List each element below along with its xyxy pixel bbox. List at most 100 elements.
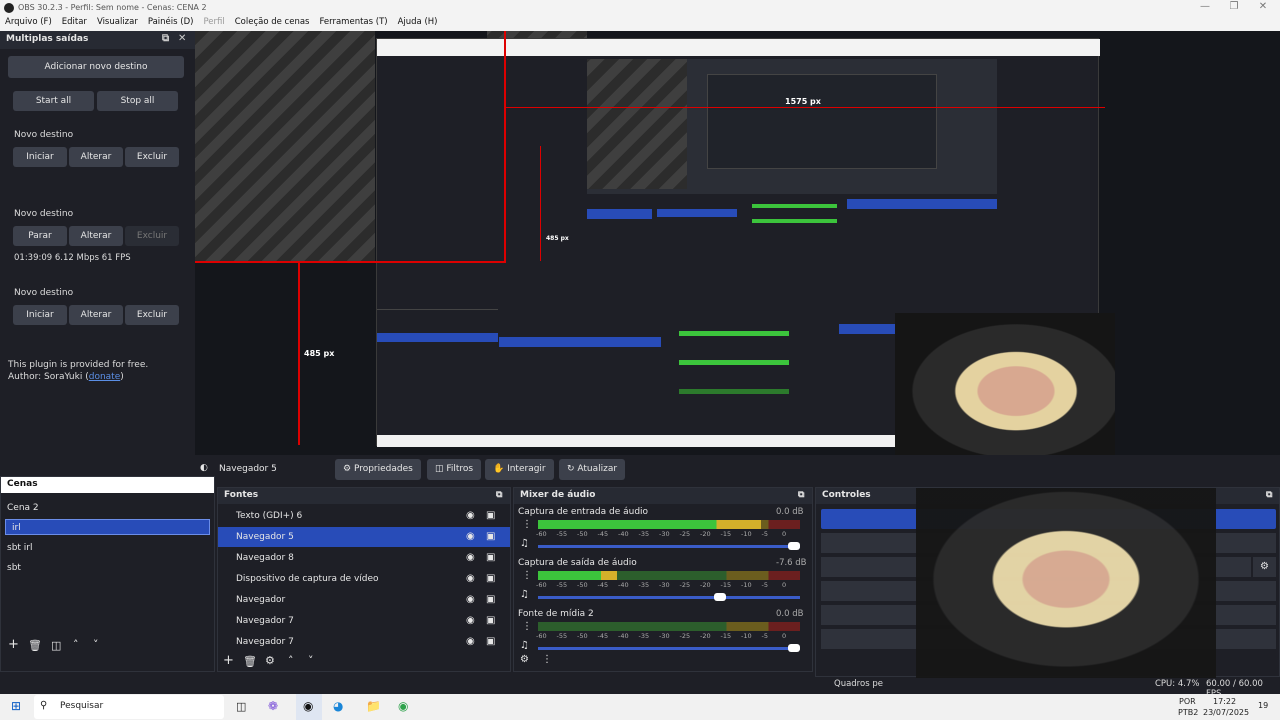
- speaker-icon[interactable]: ♫: [520, 640, 529, 651]
- menu-dots-icon[interactable]: ⋮: [542, 654, 552, 665]
- menu-visualizar[interactable]: Visualizar: [92, 16, 143, 31]
- stop-all-button[interactable]: Stop all: [97, 91, 178, 111]
- menu-dots-icon[interactable]: ⋮: [522, 621, 532, 632]
- eye-icon[interactable]: ◉: [466, 594, 475, 605]
- gear-icon[interactable]: ⚙: [265, 654, 275, 667]
- window-title: OBS 30.2.3 - Perfil: Sem nome - Cenas: C…: [18, 3, 207, 12]
- properties-button[interactable]: ⚙ Propriedades: [335, 459, 421, 480]
- start-all-button[interactable]: Start all: [13, 91, 94, 111]
- obs-taskbar-icon[interactable]: ◉: [296, 694, 322, 720]
- eye-icon[interactable]: ◉: [466, 636, 475, 647]
- up-arrow-icon[interactable]: ˄: [73, 638, 79, 651]
- eye-icon[interactable]: ◉: [466, 552, 475, 563]
- edit-button[interactable]: Alterar: [69, 147, 123, 167]
- menu-paineis[interactable]: Painéis (D): [143, 16, 199, 31]
- speaker-icon[interactable]: ♫: [520, 538, 529, 549]
- delete-button-disabled[interactable]: Excluir: [125, 226, 179, 246]
- volume-slider[interactable]: [538, 545, 800, 548]
- donate-link[interactable]: donate: [89, 372, 121, 382]
- destination-name: Novo destino: [14, 130, 74, 140]
- task-view-icon[interactable]: ◫: [236, 700, 246, 713]
- scene-item[interactable]: Cena 2: [1, 498, 214, 518]
- volume-slider-handle[interactable]: [788, 644, 800, 652]
- clock-date[interactable]: 23/07/2025: [1203, 708, 1249, 717]
- close-dock-icon[interactable]: ✕: [178, 33, 186, 44]
- eye-icon[interactable]: ◉: [466, 531, 475, 542]
- lock-icon[interactable]: ▣: [486, 510, 495, 521]
- menu-ferramentas[interactable]: Ferramentas (T): [314, 16, 392, 31]
- notification-badge[interactable]: 19: [1258, 701, 1268, 710]
- up-arrow-icon[interactable]: ˄: [288, 654, 294, 667]
- menu-editar[interactable]: Editar: [57, 16, 92, 31]
- lock-icon[interactable]: ▣: [486, 594, 495, 605]
- eye-icon[interactable]: ◉: [466, 573, 475, 584]
- float-dock-icon[interactable]: ⧉: [798, 490, 804, 500]
- clock-time[interactable]: 17:22: [1213, 697, 1236, 706]
- float-dock-icon[interactable]: ⧉: [496, 490, 502, 500]
- gear-icon[interactable]: ⚙: [520, 654, 529, 665]
- volume-slider[interactable]: [538, 596, 800, 599]
- float-dock-icon[interactable]: ⧉: [162, 33, 169, 44]
- add-destination-button[interactable]: Adicionar novo destino: [8, 56, 184, 78]
- lock-icon[interactable]: ▣: [486, 615, 495, 626]
- filter-icon[interactable]: ◫: [51, 639, 61, 652]
- cpu-status: CPU: 4.7%: [1155, 679, 1200, 689]
- trash-icon[interactable]: 🗑: [28, 639, 42, 652]
- copilot-icon[interactable]: ❁: [268, 699, 278, 713]
- volume-slider[interactable]: [538, 647, 800, 650]
- trash-icon[interactable]: 🗑: [243, 655, 257, 668]
- nested-bottom: [587, 194, 997, 292]
- speaker-icon[interactable]: ♫: [520, 589, 529, 600]
- menu-dots-icon[interactable]: ⋮: [522, 519, 532, 530]
- add-icon[interactable]: +: [223, 653, 234, 668]
- menu-ajuda[interactable]: Ajuda (H): [393, 16, 443, 31]
- down-arrow-icon[interactable]: ˅: [308, 654, 314, 667]
- down-arrow-icon[interactable]: ˅: [93, 638, 99, 651]
- folder-icon[interactable]: 📁: [366, 699, 381, 713]
- menu-perfil[interactable]: Perfil: [198, 16, 229, 31]
- float-dock-icon[interactable]: ⧉: [1266, 490, 1272, 500]
- start-button[interactable]: Iniciar: [13, 305, 67, 325]
- meter-tick: -55: [556, 581, 568, 589]
- preview-canvas[interactable]: 1575 px 485 px 485 px: [195, 31, 1280, 455]
- refresh-button[interactable]: ↻ Atualizar: [559, 459, 626, 480]
- mixer-channel-name: Captura de entrada de áudio: [518, 507, 649, 517]
- search-box[interactable]: ⚲ Pesquisar: [34, 695, 224, 719]
- lock-icon[interactable]: ▣: [486, 552, 495, 563]
- edge-icon[interactable]: ◕: [333, 699, 343, 713]
- lock-icon[interactable]: ▣: [486, 636, 495, 647]
- scenes-dock: Cenas Cena 2 irl sbt irl sbt + 🗑 ◫ ˄ ˅: [0, 476, 215, 672]
- edit-button[interactable]: Alterar: [69, 305, 123, 325]
- lang-indicator[interactable]: PTB2: [1178, 708, 1198, 717]
- edit-button[interactable]: Alterar: [69, 226, 123, 246]
- eye-icon[interactable]: ◉: [466, 510, 475, 521]
- lock-icon[interactable]: ▣: [486, 573, 495, 584]
- filters-button[interactable]: ◫ Filtros: [427, 459, 482, 480]
- menu-colecao[interactable]: Coleção de cenas: [230, 16, 315, 31]
- lang-indicator[interactable]: POR: [1179, 697, 1196, 706]
- add-icon[interactable]: +: [8, 637, 19, 652]
- eye-icon[interactable]: ◉: [466, 615, 475, 626]
- lock-icon[interactable]: ▣: [486, 531, 495, 542]
- delete-button[interactable]: Excluir: [125, 147, 179, 167]
- maximize-icon[interactable]: ❐: [1227, 1, 1241, 12]
- menu-dots-icon[interactable]: ⋮: [522, 570, 532, 581]
- scenes-title: Cenas: [7, 479, 38, 489]
- start-button[interactable]: Iniciar: [13, 147, 67, 167]
- scene-item[interactable]: sbt: [1, 558, 214, 578]
- interact-button[interactable]: ✋ Interagir: [485, 459, 554, 480]
- close-icon[interactable]: ✕: [1256, 1, 1270, 12]
- stop-button[interactable]: Parar: [13, 226, 67, 246]
- scene-item-selected[interactable]: irl: [5, 519, 210, 535]
- volume-slider-handle[interactable]: [788, 542, 800, 550]
- gear-icon[interactable]: ⚙: [1253, 557, 1276, 577]
- windows-start-icon[interactable]: ⊞: [11, 699, 21, 713]
- menu-arquivo[interactable]: Arquivo (F): [0, 16, 57, 31]
- volume-slider-handle[interactable]: [714, 593, 726, 601]
- chrome-icon[interactable]: ◉: [398, 699, 408, 713]
- delete-button[interactable]: Excluir: [125, 305, 179, 325]
- guide-line: [505, 107, 1105, 108]
- meter-tick: -55: [556, 530, 568, 538]
- minimize-icon[interactable]: —: [1198, 1, 1212, 12]
- scene-item[interactable]: sbt irl: [1, 538, 214, 558]
